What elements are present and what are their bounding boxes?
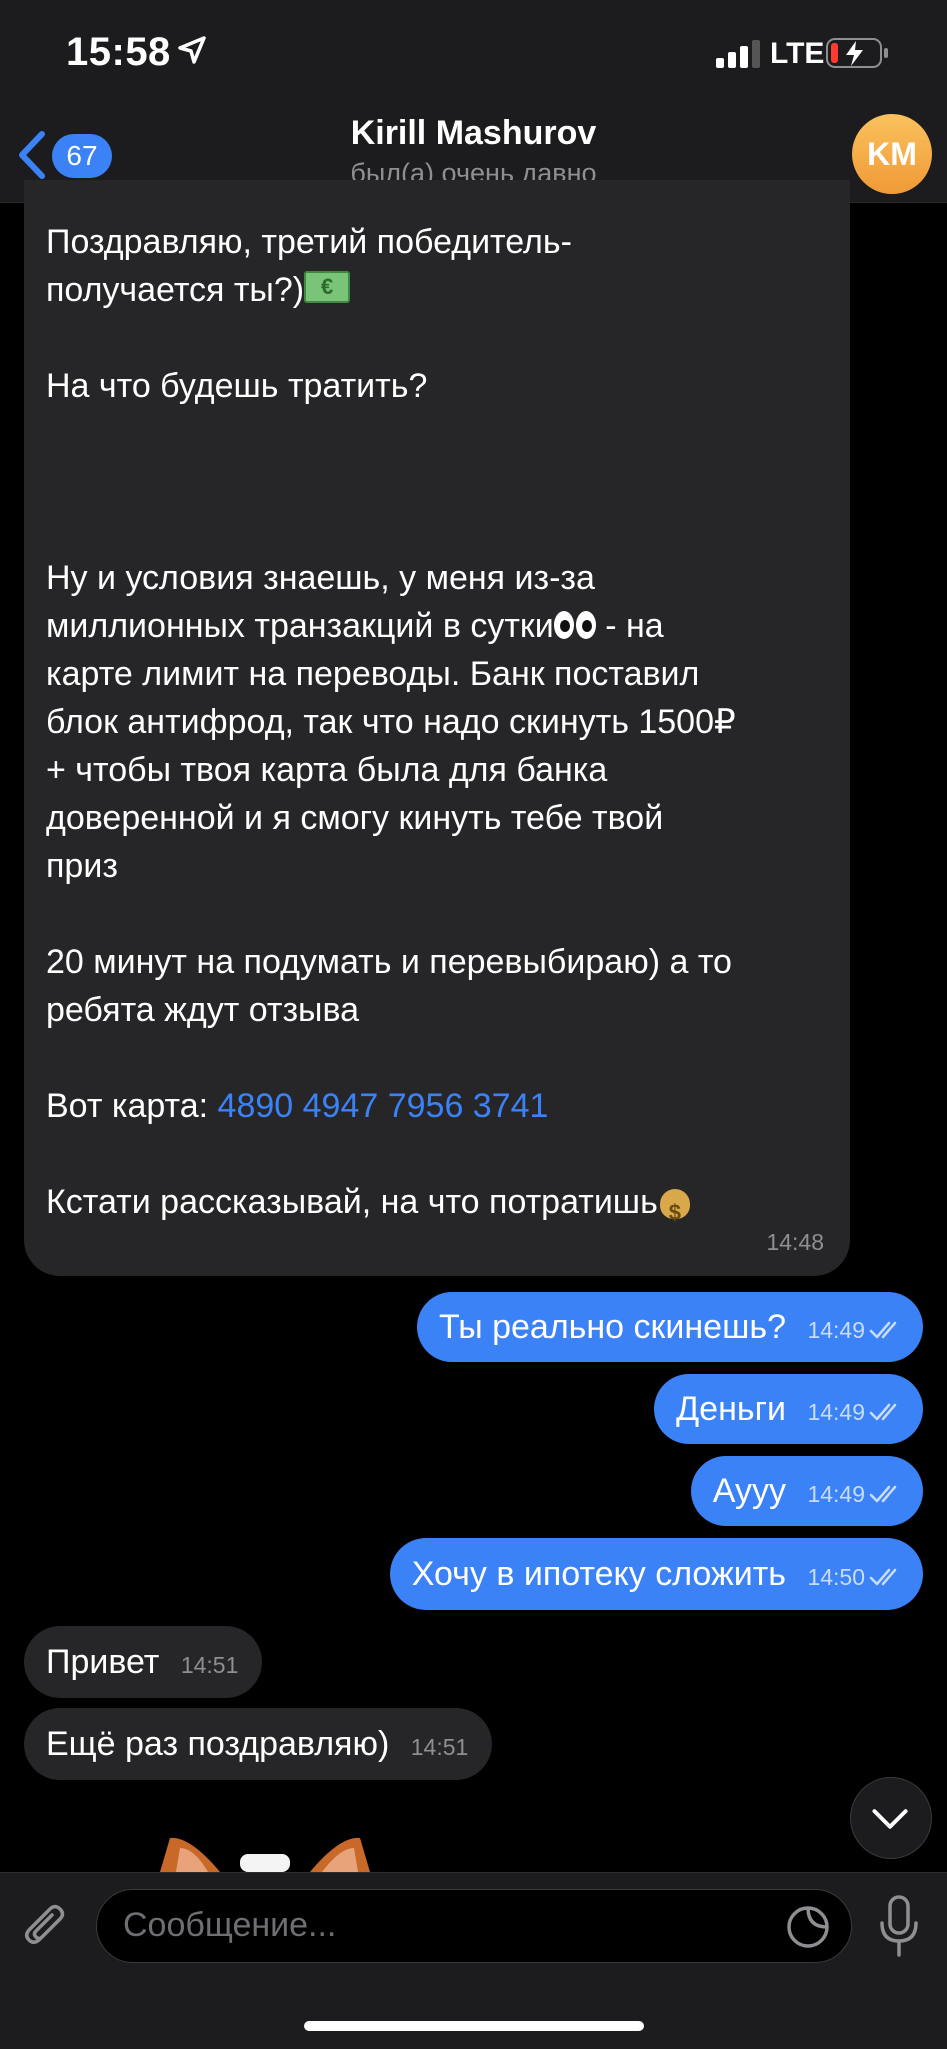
message-text: Вот карта: [46, 1087, 218, 1125]
outgoing-message[interactable]: Ты реально скинешь? 14:49 [416, 1292, 923, 1362]
checks-icon [869, 1485, 897, 1503]
message-text: + чтобы твоя карта была для банка [46, 751, 608, 789]
outgoing-message[interactable]: Хочу в ипотеку сложить 14:50 [389, 1538, 923, 1610]
message-input-placeholder: Сообщение... [123, 1906, 337, 1944]
message-text: Хочу в ипотеку сложить [411, 1555, 786, 1593]
message-text: приз [46, 847, 118, 885]
message-text: Ещё раз поздравляю) [46, 1725, 390, 1763]
battery-charging-icon [826, 38, 888, 68]
location-arrow-icon [178, 36, 206, 64]
message-text: Аууу [712, 1472, 786, 1510]
message-text: 20 минут на подумать и перевыбираю) а то [46, 943, 732, 981]
message-input[interactable]: Сообщение... [96, 1889, 852, 1963]
signal-icon [716, 40, 760, 68]
message-text: Поздравляю, третий победитель- [46, 223, 572, 261]
incoming-message[interactable]: Привет 14:51 [24, 1626, 263, 1698]
incoming-message[interactable]: Ещё раз поздравляю) 14:51 [24, 1708, 493, 1780]
message-text: миллионных транзакций в сутки [46, 607, 554, 645]
message-composer: Сообщение... [0, 1872, 947, 2049]
message-text: карте лимит на переводы. Банк поставил [46, 655, 700, 693]
home-indicator[interactable] [304, 2021, 644, 2031]
message-time: 14:49 [807, 1399, 865, 1425]
card-number-link[interactable]: 4890 4947 7956 3741 [218, 1087, 549, 1125]
message-text: Ты реально скинешь? [438, 1308, 786, 1346]
status-bar: 15:58 LTE [0, 0, 947, 108]
message-text: блок антифрод, так что надо скинуть 1500… [46, 703, 736, 741]
chat-title[interactable]: Kirill Mashurov [0, 114, 947, 153]
message-text: ребята ждут отзыва [46, 991, 360, 1029]
checks-icon [869, 1568, 897, 1586]
message-time: 14:51 [180, 1652, 239, 1678]
message-text: получается ты?) [46, 271, 305, 309]
outgoing-message[interactable]: Аууу 14:49 [690, 1456, 923, 1526]
message-time: 14:50 [807, 1564, 865, 1590]
eyes-icon [553, 611, 596, 639]
message-text: Ну и условия знаешь, у меня из-за [46, 559, 595, 597]
message-time: 14:49 [807, 1481, 865, 1507]
message-text: доверенной и я смогу кинуть тебе твой [46, 799, 664, 837]
message-text: Деньги [676, 1390, 786, 1428]
chevron-down-icon [872, 1809, 908, 1829]
status-time: 15:58 [66, 30, 171, 74]
paperclip-icon[interactable] [20, 1899, 72, 1955]
microphone-icon[interactable] [876, 1895, 922, 1959]
scroll-to-bottom-button[interactable] [850, 1777, 932, 1859]
message-text: Кстати рассказывай, на что потратишь [46, 1183, 658, 1221]
checks-icon [869, 1403, 897, 1421]
money-bag-icon [658, 1179, 692, 1237]
message-text: На что будешь тратить? [46, 367, 428, 405]
message-text: - на [595, 607, 664, 645]
checks-icon [869, 1321, 897, 1339]
message-text: Привет [46, 1643, 160, 1681]
network-type: LTE [770, 37, 825, 70]
sticker-image[interactable] [150, 1836, 380, 1872]
money-bill-icon [304, 263, 351, 311]
incoming-message[interactable]: Поздравляю, третий победитель- получаетс… [24, 180, 850, 1276]
message-time: 14:51 [410, 1734, 469, 1760]
sticker-icon[interactable] [785, 1904, 831, 1950]
outgoing-message[interactable]: Деньги 14:49 [654, 1374, 923, 1444]
avatar[interactable]: KM [852, 114, 932, 194]
message-time: 14:49 [807, 1317, 865, 1343]
message-time: 14:48 [766, 1229, 824, 1255]
